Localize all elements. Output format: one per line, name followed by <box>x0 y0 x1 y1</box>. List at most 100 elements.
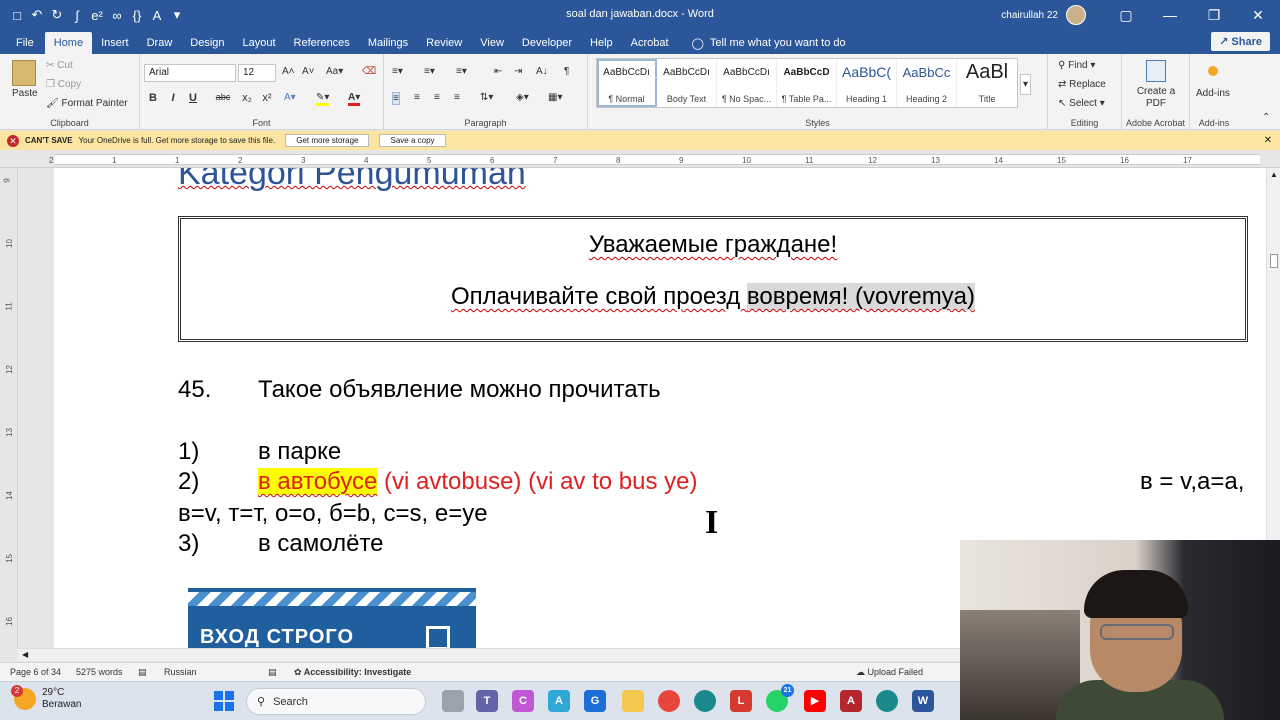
strikethrough-button[interactable]: abc <box>212 92 234 102</box>
tab-layout[interactable]: Layout <box>234 32 285 54</box>
edge-icon[interactable] <box>694 690 716 712</box>
restore-button[interactable]: ❐ <box>1192 7 1236 24</box>
acrobat-icon[interactable]: A <box>840 690 862 712</box>
windows-start-icon[interactable] <box>214 691 234 711</box>
decrease-indent-icon[interactable]: ⇤ <box>494 66 502 77</box>
avatar[interactable] <box>1066 5 1086 25</box>
justify-icon[interactable]: ≡ <box>454 92 460 103</box>
font-color-icon[interactable]: A <box>150 8 164 23</box>
ribbon-display-icon[interactable]: ▢ <box>1104 7 1148 24</box>
style-title[interactable]: AaBl Title <box>957 59 1017 107</box>
youtube-icon[interactable]: ▶ <box>804 690 826 712</box>
tab-file[interactable]: File <box>0 32 43 54</box>
addins-icon[interactable] <box>1208 66 1218 76</box>
lms-icon[interactable]: L <box>730 690 752 712</box>
tab-review[interactable]: Review <box>417 32 471 54</box>
styles-more-icon[interactable]: ▾ <box>1020 74 1032 95</box>
tab-home[interactable]: Home <box>44 32 93 54</box>
addins-button[interactable]: Add-ins <box>1196 88 1230 99</box>
font-color-icon[interactable]: A▾ <box>348 92 361 106</box>
autosave-icon[interactable]: □ <box>10 8 24 23</box>
select-button[interactable]: ↖ Select ▾ <box>1058 98 1105 109</box>
minimize-button[interactable]: — <box>1148 7 1192 23</box>
page-count[interactable]: Page 6 of 34 <box>10 667 61 677</box>
borders-icon[interactable]: ▦▾ <box>548 92 562 103</box>
tab-references[interactable]: References <box>285 32 359 54</box>
numbering-icon[interactable]: ≡▾ <box>424 66 435 77</box>
font-name-combo[interactable]: Arial <box>144 64 236 82</box>
upload-status[interactable]: ☁ Upload Failed <box>856 667 923 678</box>
underline-button[interactable]: U <box>184 92 202 104</box>
style-heading-1[interactable]: AaBbC( Heading 1 <box>837 59 897 107</box>
close-button[interactable]: ✕ <box>1236 7 1280 24</box>
shrink-font-icon[interactable]: A˅ <box>302 66 315 77</box>
tab-help[interactable]: Help <box>581 32 622 54</box>
scroll-left-icon[interactable]: ◀ <box>22 650 28 659</box>
change-case-icon[interactable]: Aa▾ <box>326 66 343 77</box>
sort-icon[interactable]: A↓ <box>536 66 548 77</box>
edge-dev-icon[interactable] <box>876 690 898 712</box>
copilot-icon[interactable]: C <box>512 690 534 712</box>
bold-button[interactable]: B <box>144 92 162 104</box>
horizontal-scrollbar[interactable]: ◀ <box>18 648 960 661</box>
scroll-up-icon[interactable]: ▲ <box>1270 170 1278 179</box>
replace-button[interactable]: ⇄ Replace <box>1058 79 1106 90</box>
share-button[interactable]: ↗ Share <box>1211 32 1270 51</box>
show-marks-icon[interactable]: ¶ <box>564 66 569 77</box>
customize-qat-icon[interactable]: ▾ <box>170 7 184 23</box>
align-right-icon[interactable]: ≡ <box>434 92 440 103</box>
paste-icon[interactable] <box>12 60 36 86</box>
get-more-storage-button[interactable]: Get more storage <box>285 134 370 147</box>
line-spacing-icon[interactable]: ⇅▾ <box>480 92 493 103</box>
field-icon[interactable]: {} <box>130 8 144 23</box>
align-center-icon[interactable]: ≡ <box>414 92 420 103</box>
undo-icon[interactable]: ↶ <box>30 7 44 23</box>
format-painter-button[interactable]: 🖌 Format Painter <box>46 98 128 109</box>
accessibility-button[interactable]: ✿ Accessibility: Investigate <box>294 667 411 678</box>
paste-button[interactable]: Paste <box>12 88 38 99</box>
highlight-icon[interactable]: ✎▾ <box>316 92 330 106</box>
user-name[interactable]: chairullah 22 <box>1001 10 1058 21</box>
tab-draw[interactable]: Draw <box>138 32 182 54</box>
tell-me-box[interactable]: ◯ Tell me what you want to do <box>692 32 846 54</box>
font-size-combo[interactable]: 12 <box>238 64 276 82</box>
file-explorer-icon[interactable] <box>622 690 644 712</box>
style-body-text[interactable]: AaBbCcDı Body Text <box>657 59 717 107</box>
bullets-icon[interactable]: ≡▾ <box>392 66 403 77</box>
align-left-icon[interactable]: ≡ <box>392 92 400 105</box>
increase-indent-icon[interactable]: ⇥ <box>514 66 522 77</box>
create-pdf-button[interactable]: Create a PDF <box>1126 86 1186 110</box>
tab-mailings[interactable]: Mailings <box>359 32 417 54</box>
collapse-ribbon-icon[interactable]: ⌃ <box>1262 112 1270 123</box>
style-table-paragraph[interactable]: AaBbCcD ¶ Table Pa... <box>777 59 837 107</box>
text-effects-icon[interactable]: A▾ <box>284 92 296 103</box>
shading-icon[interactable]: ◈▾ <box>516 92 529 103</box>
clear-formatting-icon[interactable]: ⌫ <box>362 66 376 77</box>
link-icon[interactable]: ∞ <box>110 8 124 23</box>
copy-button[interactable]: ❐ Copy <box>46 79 81 90</box>
language-indicator[interactable]: Russian <box>164 667 197 677</box>
scroll-thumb[interactable] <box>1270 254 1278 268</box>
sign-image[interactable]: ВХОД СТРОГО <box>188 588 476 648</box>
tab-view[interactable]: View <box>471 32 513 54</box>
tab-developer[interactable]: Developer <box>513 32 581 54</box>
cut-button[interactable]: ✂ Cut <box>46 60 73 71</box>
word-icon[interactable]: W <box>912 690 934 712</box>
multilevel-list-icon[interactable]: ≡▾ <box>456 66 467 77</box>
tab-insert[interactable]: Insert <box>92 32 138 54</box>
message-close-icon[interactable]: ✕ <box>1264 135 1272 146</box>
find-button[interactable]: ⚲ Find ▾ <box>1058 60 1095 71</box>
tab-acrobat[interactable]: Acrobat <box>622 32 678 54</box>
tab-design[interactable]: Design <box>181 32 233 54</box>
style-heading-2[interactable]: AaBbCc Heading 2 <box>897 59 957 107</box>
weather-widget[interactable]: 2 29°C Berawan <box>11 685 81 711</box>
taskbar-search[interactable]: ⚲ Search <box>246 688 426 715</box>
create-pdf-icon[interactable] <box>1146 60 1166 82</box>
horizontal-ruler[interactable]: 2 1 1 2 3 4 5 6 7 8 9 10 11 12 13 14 15 16 17 <box>0 151 1280 168</box>
style-normal[interactable]: AaBbCcDı ¶ Normal <box>597 59 657 107</box>
word-count[interactable]: 5275 words <box>76 667 123 677</box>
proofing-icon[interactable]: ▤ <box>138 667 147 678</box>
equation-icon[interactable]: e² <box>90 8 104 23</box>
subscript-button[interactable]: x₂ <box>238 92 256 104</box>
style-icon[interactable]: ∫ <box>70 8 84 23</box>
